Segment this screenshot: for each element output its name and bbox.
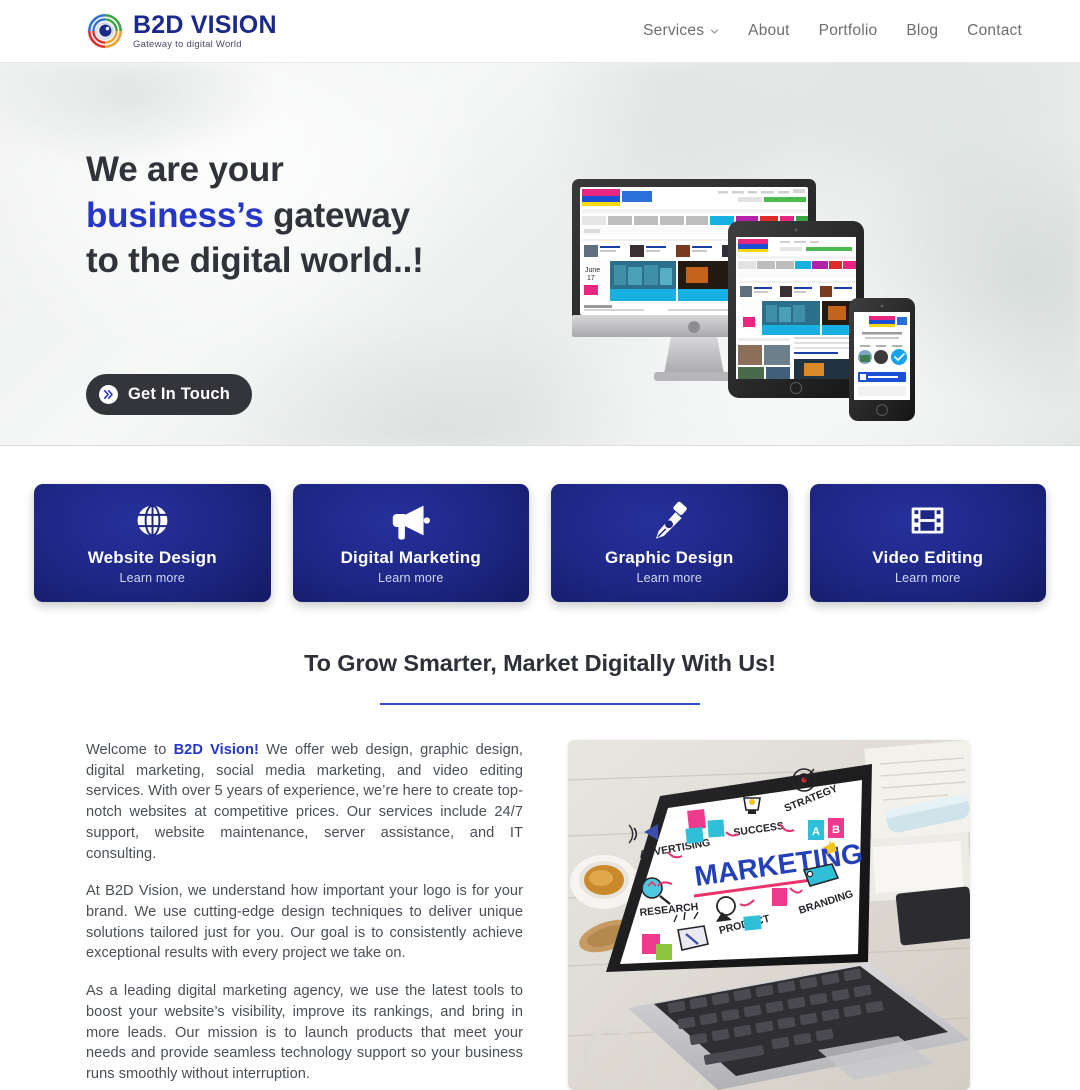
service-cards: Website Design Learn more Digital Market… bbox=[0, 446, 1080, 602]
chevron-down-icon bbox=[711, 29, 719, 34]
service-card-graphic-design[interactable]: Graphic Design Learn more bbox=[551, 484, 788, 602]
service-title: Website Design bbox=[87, 548, 217, 567]
about-paragraph-1: Welcome to B2D Vision! We offer web desi… bbox=[86, 740, 523, 864]
hero-accent-word: business’s bbox=[86, 195, 264, 235]
service-learn-more[interactable]: Learn more bbox=[895, 571, 960, 585]
service-card-website-design[interactable]: Website Design Learn more bbox=[34, 484, 271, 602]
about-p1-rest: We offer web design, graphic design, dig… bbox=[86, 742, 524, 862]
hero-line-2-rest: gateway bbox=[263, 195, 410, 235]
service-title: Graphic Design bbox=[605, 548, 734, 567]
service-title: Digital Marketing bbox=[340, 548, 481, 567]
responsive-device-mockup: June 17 bbox=[568, 169, 928, 429]
service-learn-more[interactable]: Learn more bbox=[120, 571, 185, 585]
camera-lens-eye-icon bbox=[86, 12, 124, 50]
about-lead: Welcome to bbox=[86, 742, 174, 758]
about-paragraph-3: As a leading digital marketing agency, w… bbox=[86, 983, 523, 1083]
brand-title: B2D VISION bbox=[133, 10, 277, 39]
nav-item-about[interactable]: About bbox=[748, 22, 790, 40]
nav-label-services: Services bbox=[643, 22, 705, 39]
get-in-touch-button[interactable]: Get In Touch bbox=[86, 374, 253, 415]
service-card-video-editing[interactable]: Video Editing Learn more bbox=[809, 484, 1046, 602]
pen-nib-icon bbox=[649, 498, 690, 542]
brand-tagline: Gateway to digital World bbox=[133, 38, 242, 50]
globe-icon bbox=[132, 498, 173, 542]
iphone-mobile bbox=[849, 298, 915, 421]
svg-text:B: B bbox=[832, 824, 840, 836]
about-copy: Welcome to B2D Vision! We offer web desi… bbox=[86, 740, 523, 1090]
hero-line-1: We are your bbox=[86, 150, 284, 189]
brand-logo[interactable]: B2D VISION Gateway to digital World bbox=[86, 12, 277, 50]
about-paragraph-2: At B2D Vision, we understand how importa… bbox=[86, 883, 523, 962]
get-in-touch-label: Get In Touch bbox=[128, 385, 231, 403]
svg-text:17: 17 bbox=[587, 275, 595, 282]
section-title: To Grow Smarter, Market Digitally With U… bbox=[304, 650, 776, 676]
hero-heading: We are your business’s gateway to the di… bbox=[86, 147, 424, 284]
service-title: Video Editing bbox=[872, 548, 984, 567]
main-navigation: Services About Portfolio Blog Contact bbox=[643, 22, 1052, 40]
hero-section: We are your business’s gateway to the di… bbox=[0, 63, 1080, 446]
svg-text:June: June bbox=[585, 267, 600, 274]
svg-text:A: A bbox=[812, 826, 820, 838]
hero-line-2: business’s gateway bbox=[86, 193, 424, 239]
service-learn-more[interactable]: Learn more bbox=[378, 571, 443, 585]
site-header: B2D VISION Gateway to digital World Serv… bbox=[0, 0, 1080, 63]
nav-item-contact[interactable]: Contact bbox=[967, 22, 1022, 40]
about-brand-highlight: B2D Vision! bbox=[173, 742, 259, 758]
about-section: Welcome to B2D Vision! We offer web desi… bbox=[0, 705, 1080, 1090]
service-learn-more[interactable]: Learn more bbox=[637, 571, 702, 585]
nav-item-portfolio[interactable]: Portfolio bbox=[819, 22, 878, 40]
nav-item-services[interactable]: Services bbox=[643, 22, 719, 40]
film-strip-icon bbox=[907, 498, 948, 542]
hero-line-3: to the digital world..! bbox=[86, 241, 424, 280]
double-chevron-right-icon bbox=[99, 385, 118, 404]
service-card-digital-marketing[interactable]: Digital Marketing Learn more bbox=[292, 484, 529, 602]
marketing-laptop-photo: MARKETING ADVERTISING SUCCESS STRATEGY A… bbox=[568, 740, 970, 1090]
section-heading: To Grow Smarter, Market Digitally With U… bbox=[0, 650, 1080, 705]
nav-item-blog[interactable]: Blog bbox=[906, 22, 938, 40]
megaphone-icon bbox=[388, 498, 433, 542]
ipad-tablet bbox=[728, 221, 864, 398]
